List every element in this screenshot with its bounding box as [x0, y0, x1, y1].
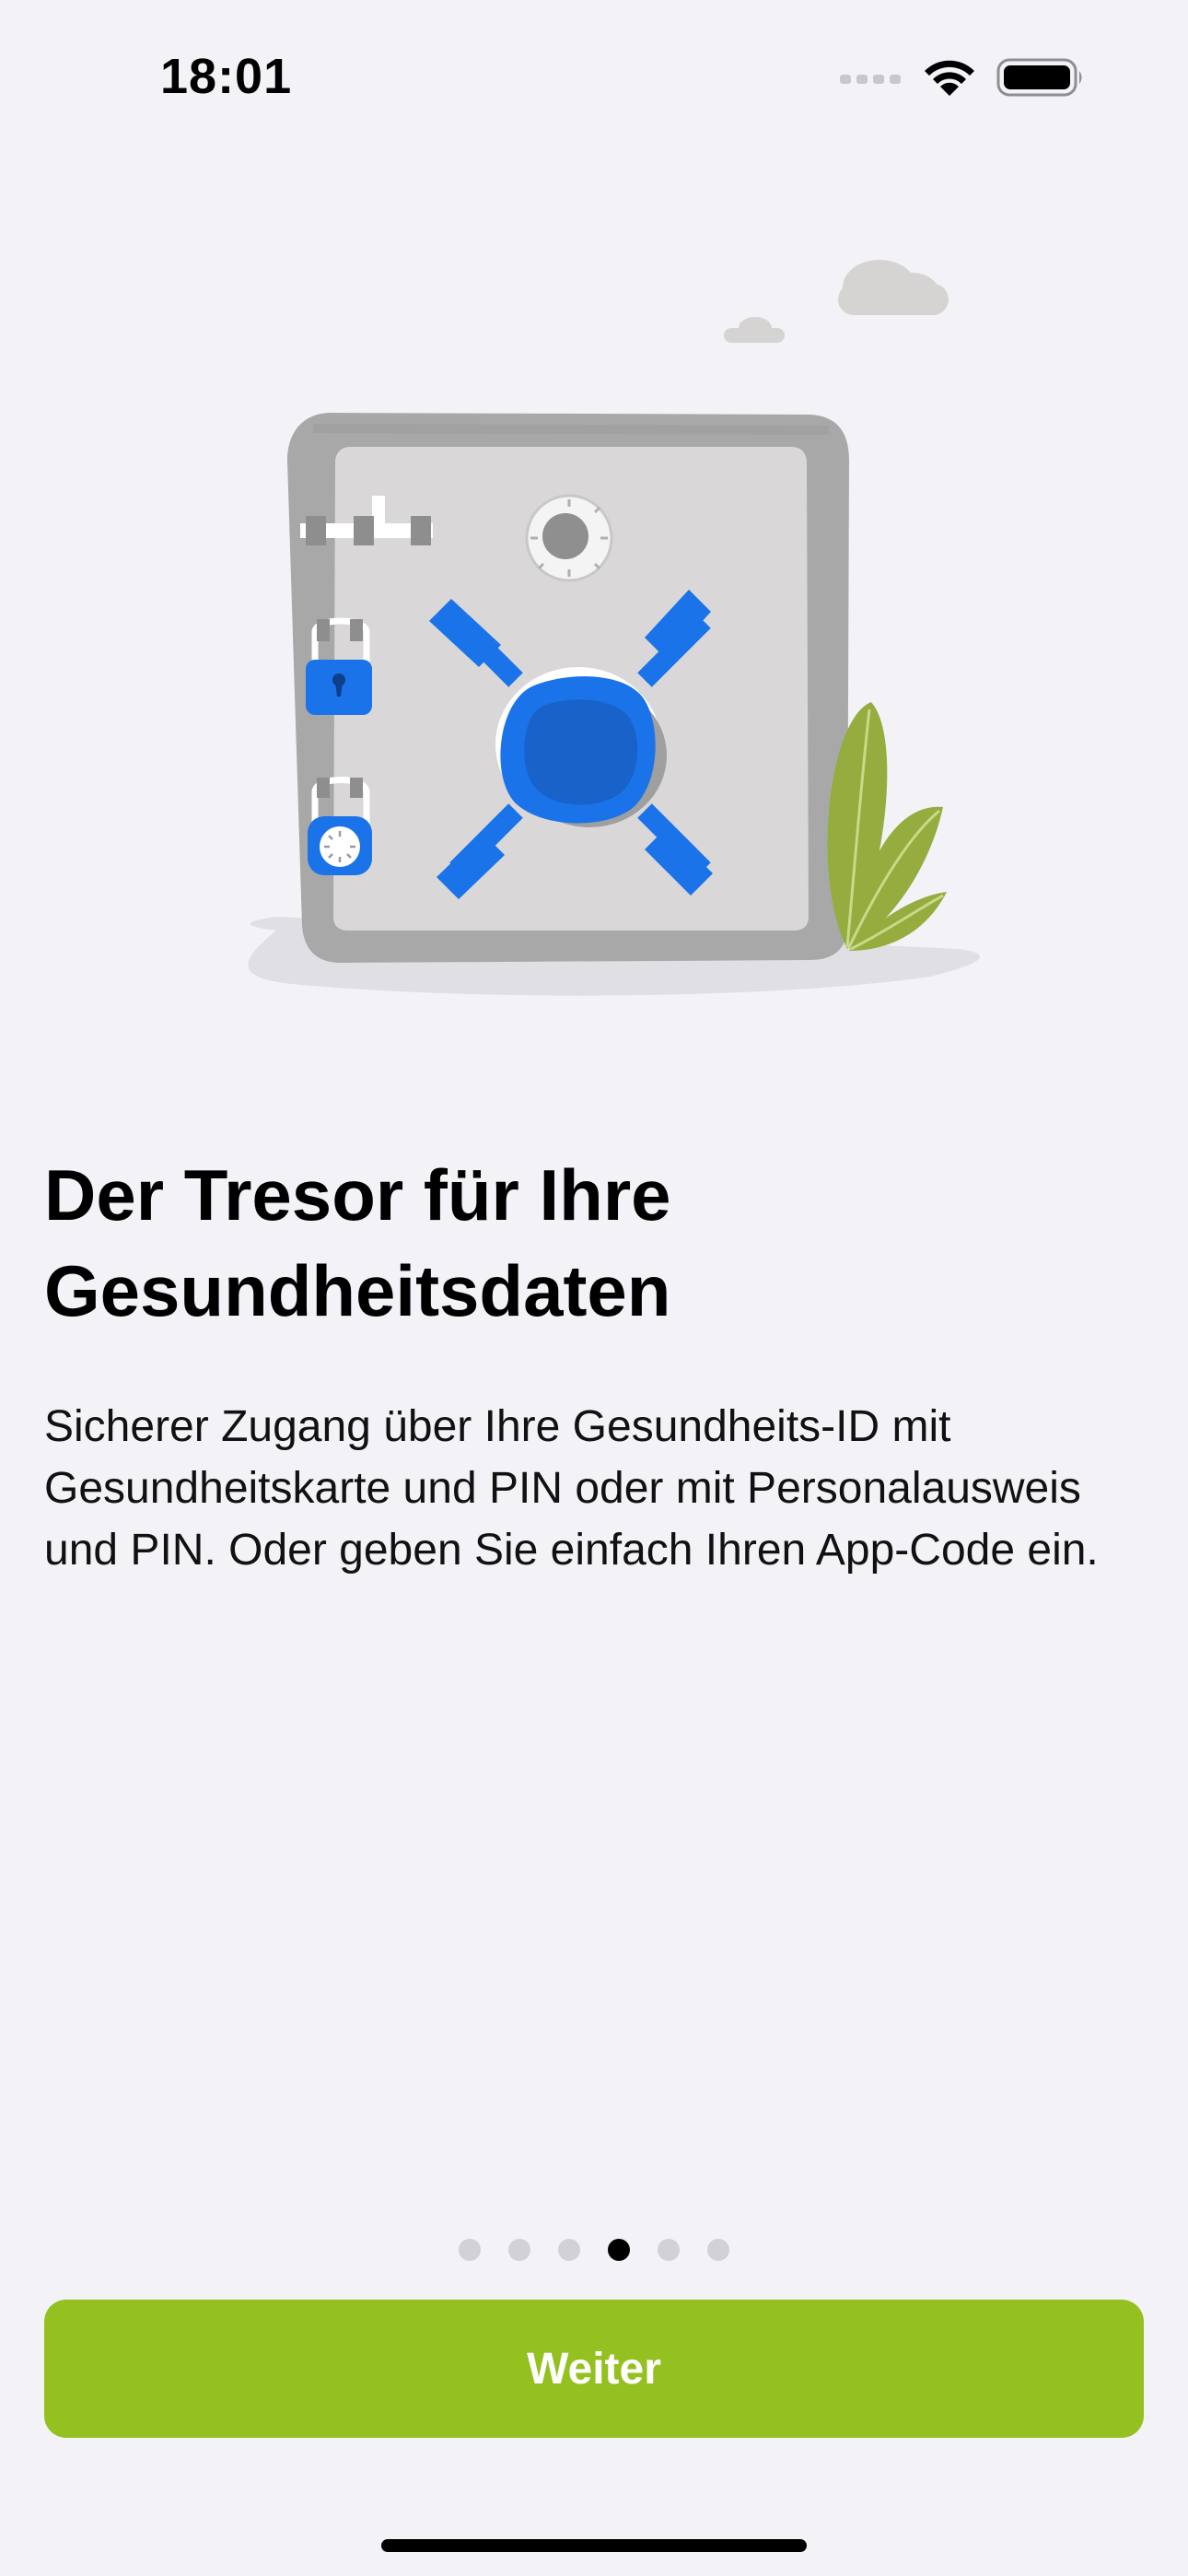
page-dot-5[interactable]	[658, 2239, 680, 2261]
status-bar: 18:01	[0, 0, 1188, 157]
page-dot-3[interactable]	[558, 2239, 580, 2261]
cloud-small-icon	[724, 317, 785, 343]
page-dot-1[interactable]	[459, 2239, 481, 2261]
safe-illustration	[248, 260, 981, 996]
page-dot-6[interactable]	[707, 2239, 729, 2261]
page-title: Der Tresor für Ihre Gesundheitsdaten	[44, 1154, 671, 1331]
page-description: Sicherer Zugang über Ihre Gesundheits-ID…	[44, 1402, 1099, 1575]
continue-button[interactable]: Weiter	[44, 2300, 1144, 2438]
wifi-icon	[925, 60, 974, 96]
dial-icon	[525, 494, 613, 582]
cellular-signal-icon	[840, 75, 901, 84]
plant-icon	[827, 702, 947, 951]
status-icons	[840, 57, 1085, 98]
status-time: 18:01	[160, 49, 293, 104]
cloud-large-icon	[838, 260, 949, 315]
page-dot-4-active[interactable]	[608, 2239, 630, 2261]
page-dot-2[interactable]	[508, 2239, 530, 2261]
battery-icon	[996, 58, 1082, 97]
safe-body-rim	[313, 424, 829, 435]
home-indicator[interactable]	[381, 2539, 807, 2552]
page-indicator[interactable]	[0, 2239, 1188, 2266]
